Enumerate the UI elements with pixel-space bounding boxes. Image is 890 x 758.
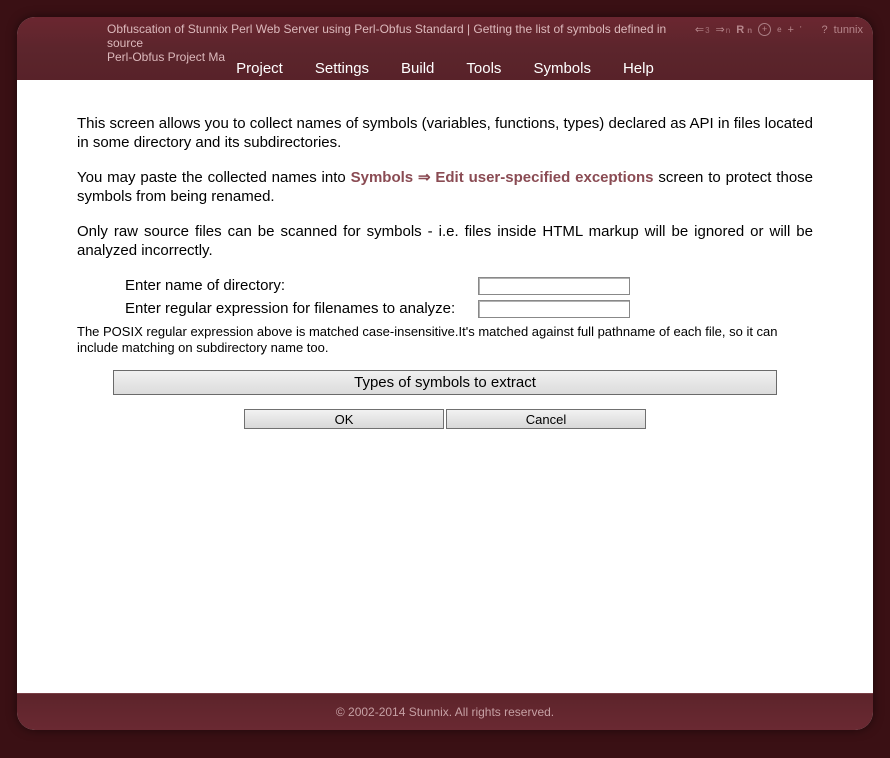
cancel-button[interactable]: Cancel [446,409,646,429]
regex-label: Enter regular expression for filenames t… [125,299,478,318]
button-row: OK Cancel [77,409,813,429]
brand-suffix: tunnix [834,24,863,36]
ok-button[interactable]: OK [244,409,444,429]
forward-icon[interactable]: ⇒ n [716,23,731,36]
directory-input[interactable] [478,277,630,295]
reload-icon[interactable]: R n [736,24,752,36]
help-icon[interactable]: ? [822,24,828,36]
form: Enter name of directory: Enter regular e… [125,276,813,318]
app-window: Obfuscation of Stunnix Perl Web Server u… [17,17,873,730]
footer: © 2002-2014 Stunnix. All rights reserved… [17,693,873,730]
menu-project[interactable]: Project [236,60,283,77]
intro-paragraph-2: You may paste the collected names into S… [77,168,813,206]
menu-symbols[interactable]: Symbols [533,60,591,77]
main-menu: Project Settings Build Tools Symbols Hel… [17,58,873,77]
regex-note: The POSIX regular expression above is ma… [77,324,813,356]
directory-label: Enter name of directory: [125,276,478,295]
menu-build[interactable]: Build [401,60,434,77]
toolbar-icons: ⇐ 3 ⇒ n R n +е +' ?tunnix [695,21,863,36]
menu-help[interactable]: Help [623,60,654,77]
symbols-edit-link: Symbols ⇒ Edit user-specified exceptions [351,169,654,186]
header: Obfuscation of Stunnix Perl Web Server u… [17,17,873,80]
add-icon[interactable]: + [788,24,794,36]
intro-paragraph-3: Only raw source files can be scanned for… [77,222,813,260]
types-of-symbols-button[interactable]: Types of symbols to extract [113,370,777,395]
content-area: This screen allows you to collect names … [17,80,873,693]
back-icon[interactable]: ⇐ 3 [695,23,710,36]
zoom-in-icon[interactable]: + [758,23,771,36]
intro-paragraph-1: This screen allows you to collect names … [77,114,813,152]
copyright: © 2002-2014 Stunnix. All rights reserved… [336,705,554,719]
regex-input[interactable] [478,300,630,318]
menu-tools[interactable]: Tools [466,60,501,77]
menu-settings[interactable]: Settings [315,60,369,77]
